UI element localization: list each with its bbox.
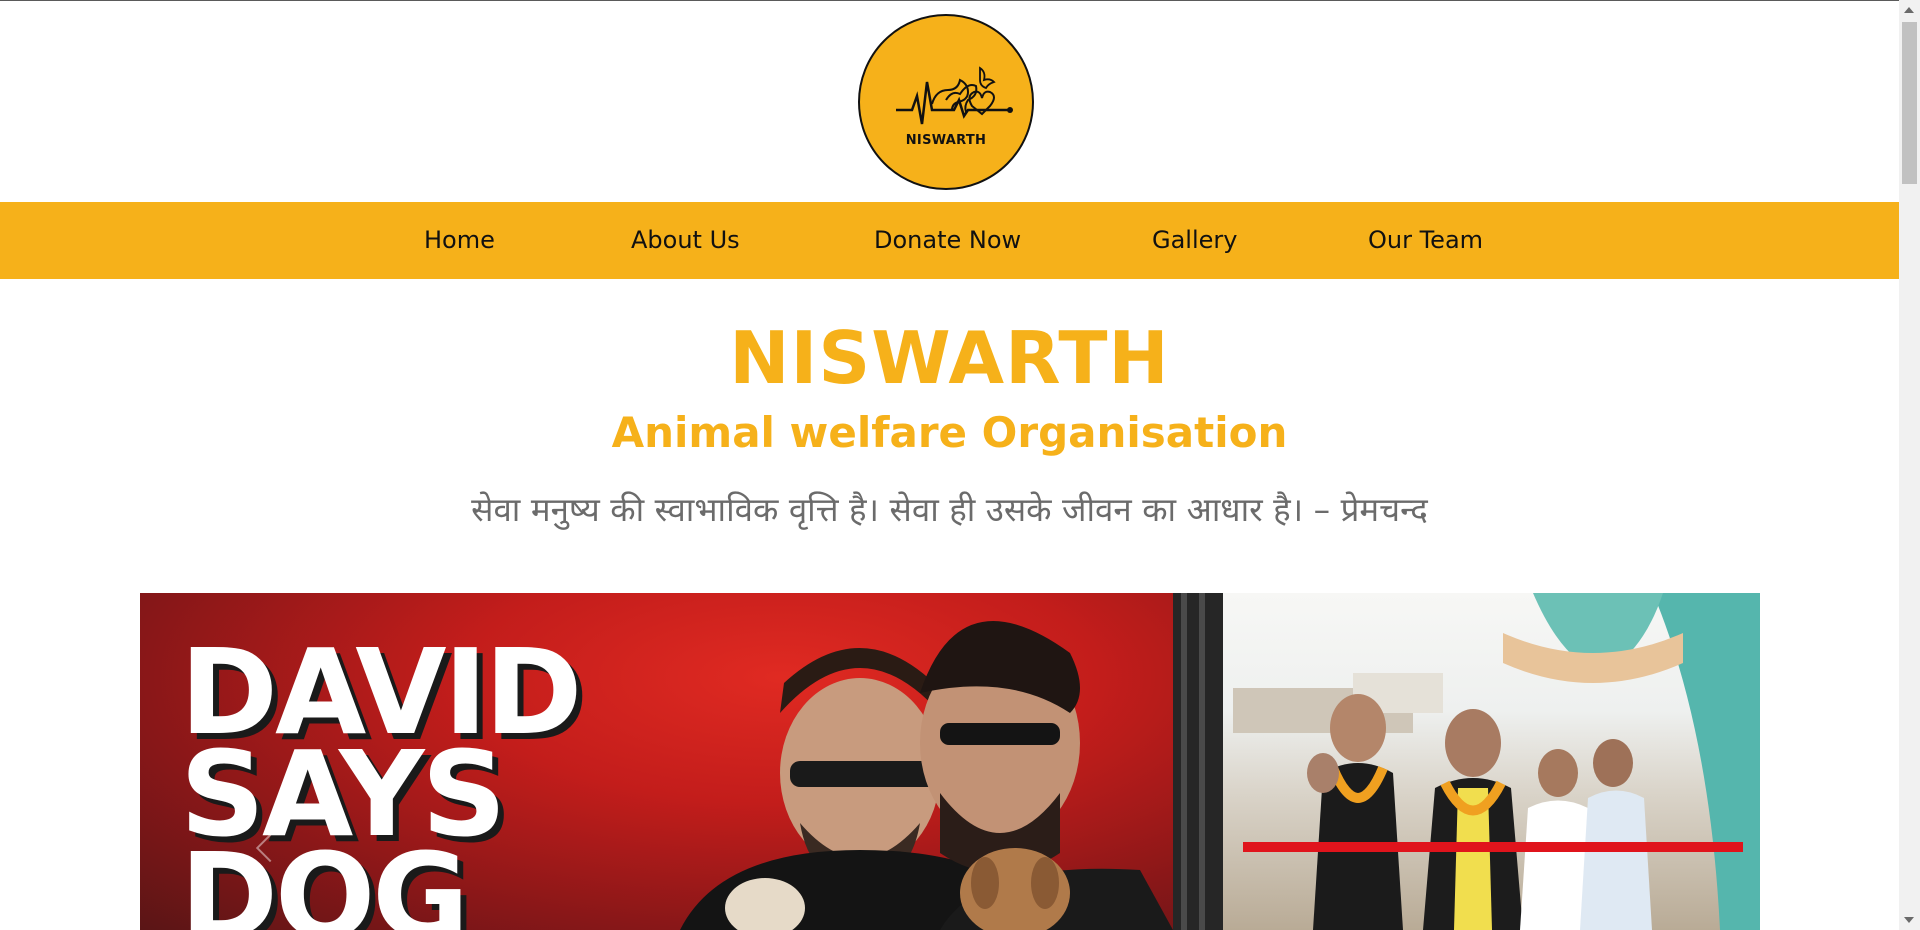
image-carousel[interactable]: DAVID SAYS DOG bbox=[140, 593, 1760, 930]
logo-text: NISWARTH bbox=[905, 133, 987, 148]
nav-gallery[interactable]: Gallery bbox=[1152, 226, 1237, 254]
page-subtitle: Animal welfare Organisation bbox=[611, 408, 1288, 457]
scroll-down-arrow-icon[interactable] bbox=[1904, 917, 1914, 923]
carousel-next-button[interactable] bbox=[1670, 593, 1760, 930]
nav-our-team[interactable]: Our Team bbox=[1368, 226, 1483, 254]
slide-david-says-dog: DAVID SAYS DOG bbox=[140, 593, 1173, 930]
nav-donate-now[interactable]: Donate Now bbox=[874, 226, 1021, 254]
nav-about-us[interactable]: About Us bbox=[631, 226, 740, 254]
page-title: NISWARTH bbox=[729, 316, 1170, 400]
carousel-prev-button[interactable] bbox=[140, 593, 285, 930]
scrollbar-thumb[interactable] bbox=[1902, 22, 1917, 184]
hindi-quote: सेवा मनुष्य की स्वाभाविक वृत्ति है। सेवा… bbox=[471, 490, 1428, 529]
main-nav: Home About Us Donate Now Gallery Our Tea… bbox=[0, 202, 1899, 279]
heartbeat-animals-icon bbox=[896, 66, 1013, 125]
scroll-up-arrow-icon[interactable] bbox=[1904, 7, 1914, 13]
nav-home[interactable]: Home bbox=[424, 226, 495, 254]
slide-photo-people-with-puppy bbox=[680, 621, 1173, 930]
top-border bbox=[0, 0, 1900, 1]
niswarth-logo[interactable]: NISWARTH bbox=[858, 14, 1034, 190]
